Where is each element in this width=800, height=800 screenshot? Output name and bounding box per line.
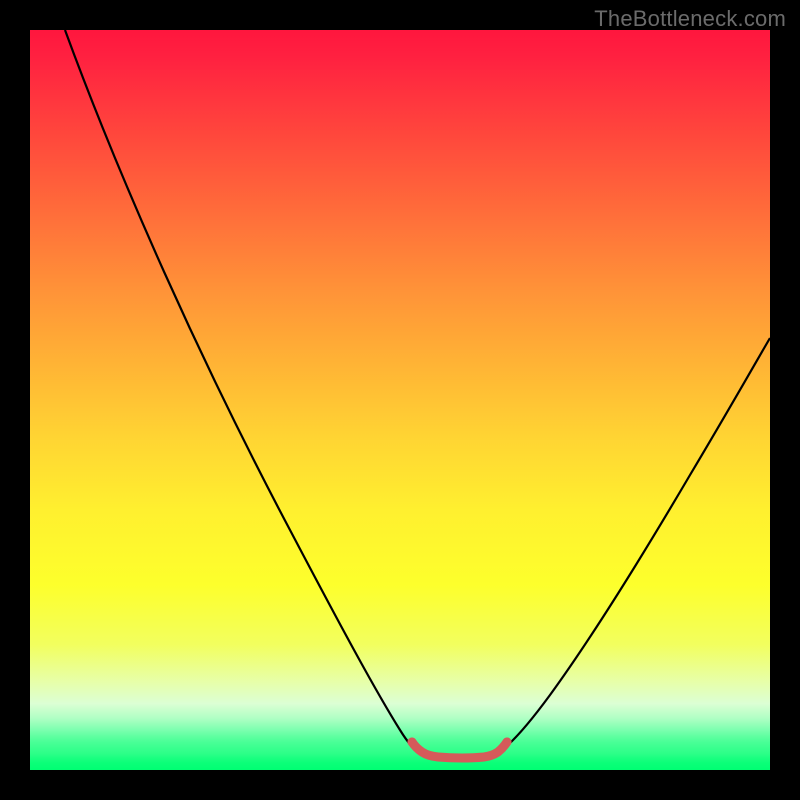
highlight-dot: [503, 738, 512, 747]
bottleneck-curve-left: [65, 30, 420, 753]
bottom-highlight-band: [412, 742, 507, 758]
chart-frame: TheBottleneck.com: [0, 0, 800, 800]
plot-area: [30, 30, 770, 770]
bottleneck-curve-right: [498, 338, 770, 753]
curve-overlay: [30, 30, 770, 770]
watermark-text: TheBottleneck.com: [594, 6, 786, 32]
highlight-dot: [408, 738, 417, 747]
